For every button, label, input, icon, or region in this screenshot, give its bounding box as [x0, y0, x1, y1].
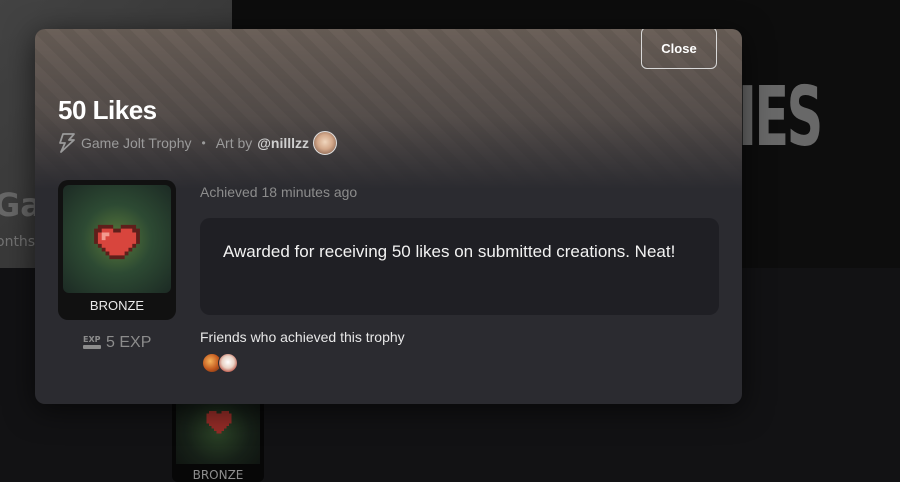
trophy-modal: Close 50 Likes Game Jolt Trophy • Art by… — [35, 29, 742, 404]
art-by-label: Art by — [215, 135, 253, 151]
achieved-time: Achieved 18 minutes ago — [200, 184, 358, 200]
trophy-source: Game Jolt Trophy — [81, 135, 192, 151]
exp-value: 5 EXP — [106, 334, 152, 351]
close-button[interactable]: Close — [641, 29, 717, 69]
bolt-icon — [59, 133, 75, 153]
meta-separator: • — [201, 136, 206, 150]
trophy-title: 50 Likes — [58, 95, 157, 125]
exp-reward: EXP 5 EXP — [83, 334, 151, 352]
pixel-heart-icon — [94, 224, 140, 260]
svg-text:EXP: EXP — [83, 335, 101, 344]
trophy-description: Awarded for receiving 50 likes on submit… — [200, 218, 719, 315]
friends-avatars — [202, 353, 238, 373]
trophy-thumbnail: BRONZE — [58, 180, 176, 320]
friends-label: Friends who achieved this trophy — [200, 329, 405, 345]
exp-icon: EXP — [83, 335, 101, 349]
artist-link[interactable]: @nilllzz — [257, 135, 309, 151]
artist-avatar[interactable] — [313, 131, 338, 155]
friend-avatar[interactable] — [218, 353, 238, 373]
trophy-tier: BRONZE — [89, 298, 145, 313]
trophy-image — [63, 185, 171, 293]
trophy-meta: Game Jolt Trophy • Art by @nilllzz — [58, 129, 338, 157]
